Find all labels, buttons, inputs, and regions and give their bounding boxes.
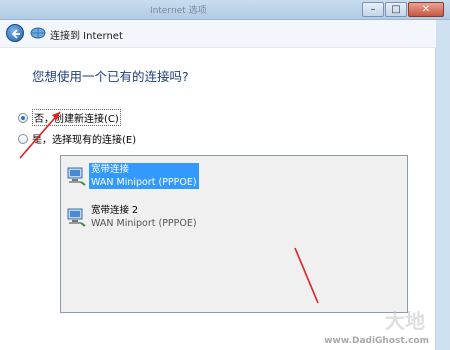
list-item[interactable]: 宽带连接 WAN Miniport (PPPOE)	[65, 162, 205, 192]
back-arrow-icon[interactable]	[6, 24, 24, 42]
option-use-existing-label[interactable]: 是，选择现有的连接(E)	[32, 131, 136, 146]
maximize-button[interactable]: □	[385, 2, 407, 17]
minimize-button[interactable]: –	[362, 2, 384, 17]
background-window-title: Internet 选项	[150, 6, 207, 16]
question-heading: 您想使用一个已有的连接吗?	[32, 69, 189, 84]
connection-device: WAN Miniport (PPPOE)	[89, 176, 199, 189]
dialog-header: 连接到 Internet	[0, 20, 436, 48]
radio-create-new[interactable]	[18, 112, 28, 123]
connection-device: WAN Miniport (PPPOE)	[91, 218, 197, 229]
connection-list[interactable]: 宽带连接 WAN Miniport (PPPOE) 宽带连接 2 WAN Min…	[60, 155, 408, 313]
network-connection-icon	[67, 167, 86, 186]
watermark-brand: 大地	[385, 309, 425, 333]
background-titlebar: Internet 选项 – □ ✕	[0, 0, 450, 20]
network-globe-icon	[30, 27, 46, 39]
connection-name: 宽带连接 2	[91, 205, 139, 216]
option-use-existing[interactable]: 是，选择现有的连接(E)	[18, 131, 136, 146]
list-item[interactable]: 宽带连接 2 WAN Miniport (PPPOE)	[65, 203, 205, 233]
option-create-new[interactable]: 否，创建新连接(C)	[18, 109, 121, 126]
dialog-title: 连接到 Internet	[50, 31, 123, 42]
connect-to-internet-dialog: 连接到 Internet 您想使用一个已有的连接吗? 否，创建新连接(C) 是，…	[0, 20, 436, 350]
option-create-new-label[interactable]: 否，创建新连接(C)	[32, 109, 121, 126]
window-controls: – □ ✕	[362, 2, 444, 17]
network-connection-icon	[67, 208, 86, 227]
close-button[interactable]: ✕	[408, 2, 444, 17]
watermark-site: www.DadiGhost.com	[324, 336, 429, 346]
radio-use-existing[interactable]	[18, 133, 28, 144]
connection-name: 宽带连接	[89, 163, 199, 176]
